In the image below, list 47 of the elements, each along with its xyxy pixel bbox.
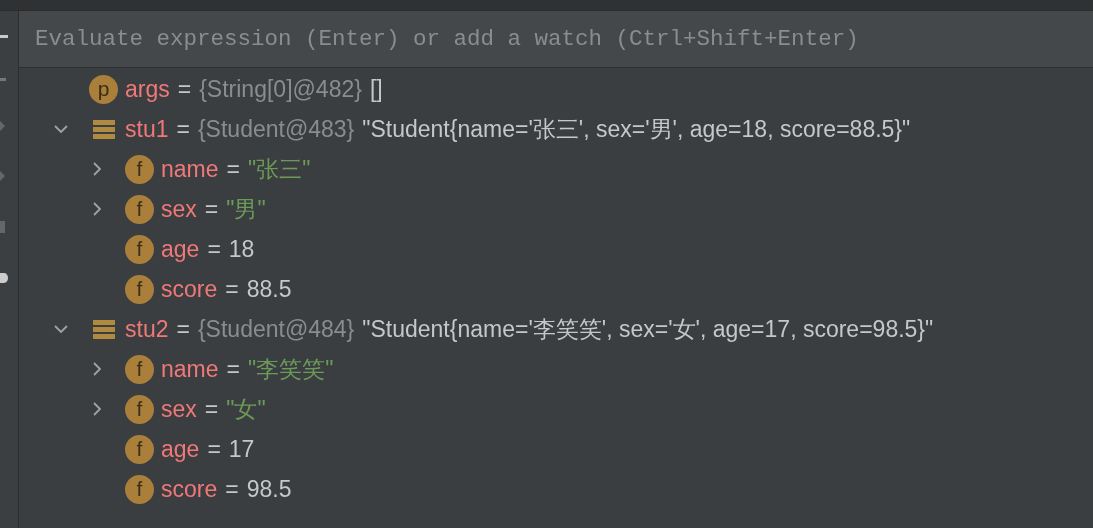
type-label: {Student@484} bbox=[197, 315, 355, 343]
parameter-badge: p bbox=[89, 74, 118, 104]
variable-name: sex bbox=[161, 395, 197, 423]
type-label: {String[0]@482} bbox=[199, 75, 362, 103]
variable-name: args bbox=[125, 75, 170, 103]
variable-value: "李笑笑" bbox=[248, 354, 334, 384]
variable-value: 98.5 bbox=[246, 475, 292, 503]
variable-name: age bbox=[161, 435, 200, 463]
variable-name: age bbox=[161, 235, 200, 263]
watch-field[interactable]: Evaluate expression (Enter) or add a watch (Ctrl+Shift+Enter) bbox=[19, 11, 1093, 68]
equals-sign: = bbox=[207, 435, 221, 463]
field-badge: f bbox=[125, 354, 154, 384]
field-badge: f bbox=[125, 154, 154, 184]
equals-sign: = bbox=[226, 355, 240, 383]
variable-name: sex bbox=[161, 195, 197, 223]
variable-value: "女" bbox=[226, 394, 266, 424]
variable-value: 18 bbox=[228, 235, 255, 263]
field-badge: f bbox=[125, 194, 154, 224]
field-badge: f bbox=[125, 234, 154, 264]
type-label: {Student@483} bbox=[197, 115, 355, 143]
variable-name: name bbox=[161, 155, 219, 183]
variable-name: score bbox=[161, 275, 218, 303]
toolbar-icon[interactable] bbox=[0, 273, 8, 283]
equals-sign: = bbox=[177, 75, 192, 103]
variable-value: "Student{name='李笑笑', sex='女', age=17, score=98.5}" bbox=[362, 314, 934, 344]
variable-name: name bbox=[161, 355, 219, 383]
equals-sign: = bbox=[176, 315, 190, 343]
variable-name: stu2 bbox=[125, 315, 169, 343]
equals-sign: = bbox=[226, 155, 240, 183]
variable-value: "张三" bbox=[248, 154, 311, 184]
equals-sign: = bbox=[225, 275, 239, 303]
equals-sign: = bbox=[204, 195, 219, 223]
field-badge: f bbox=[125, 434, 154, 464]
variable-value: "Student{name='张三', sex='男', age=18, score=88.5}" bbox=[362, 114, 911, 144]
variable-value: 17 bbox=[228, 435, 255, 463]
variable-value: "男" bbox=[226, 194, 266, 224]
equals-sign: = bbox=[207, 235, 221, 263]
variable-value: [] bbox=[369, 75, 383, 103]
variable-name: score bbox=[161, 475, 218, 503]
equals-sign: = bbox=[176, 115, 190, 143]
variable-value: 88.5 bbox=[246, 275, 292, 303]
field-badge: f bbox=[125, 394, 154, 424]
field-badge: f bbox=[125, 274, 154, 304]
equals-sign: = bbox=[225, 475, 239, 503]
variable-name: stu1 bbox=[125, 115, 169, 143]
equals-sign: = bbox=[204, 395, 219, 423]
field-badge: f bbox=[125, 474, 154, 504]
